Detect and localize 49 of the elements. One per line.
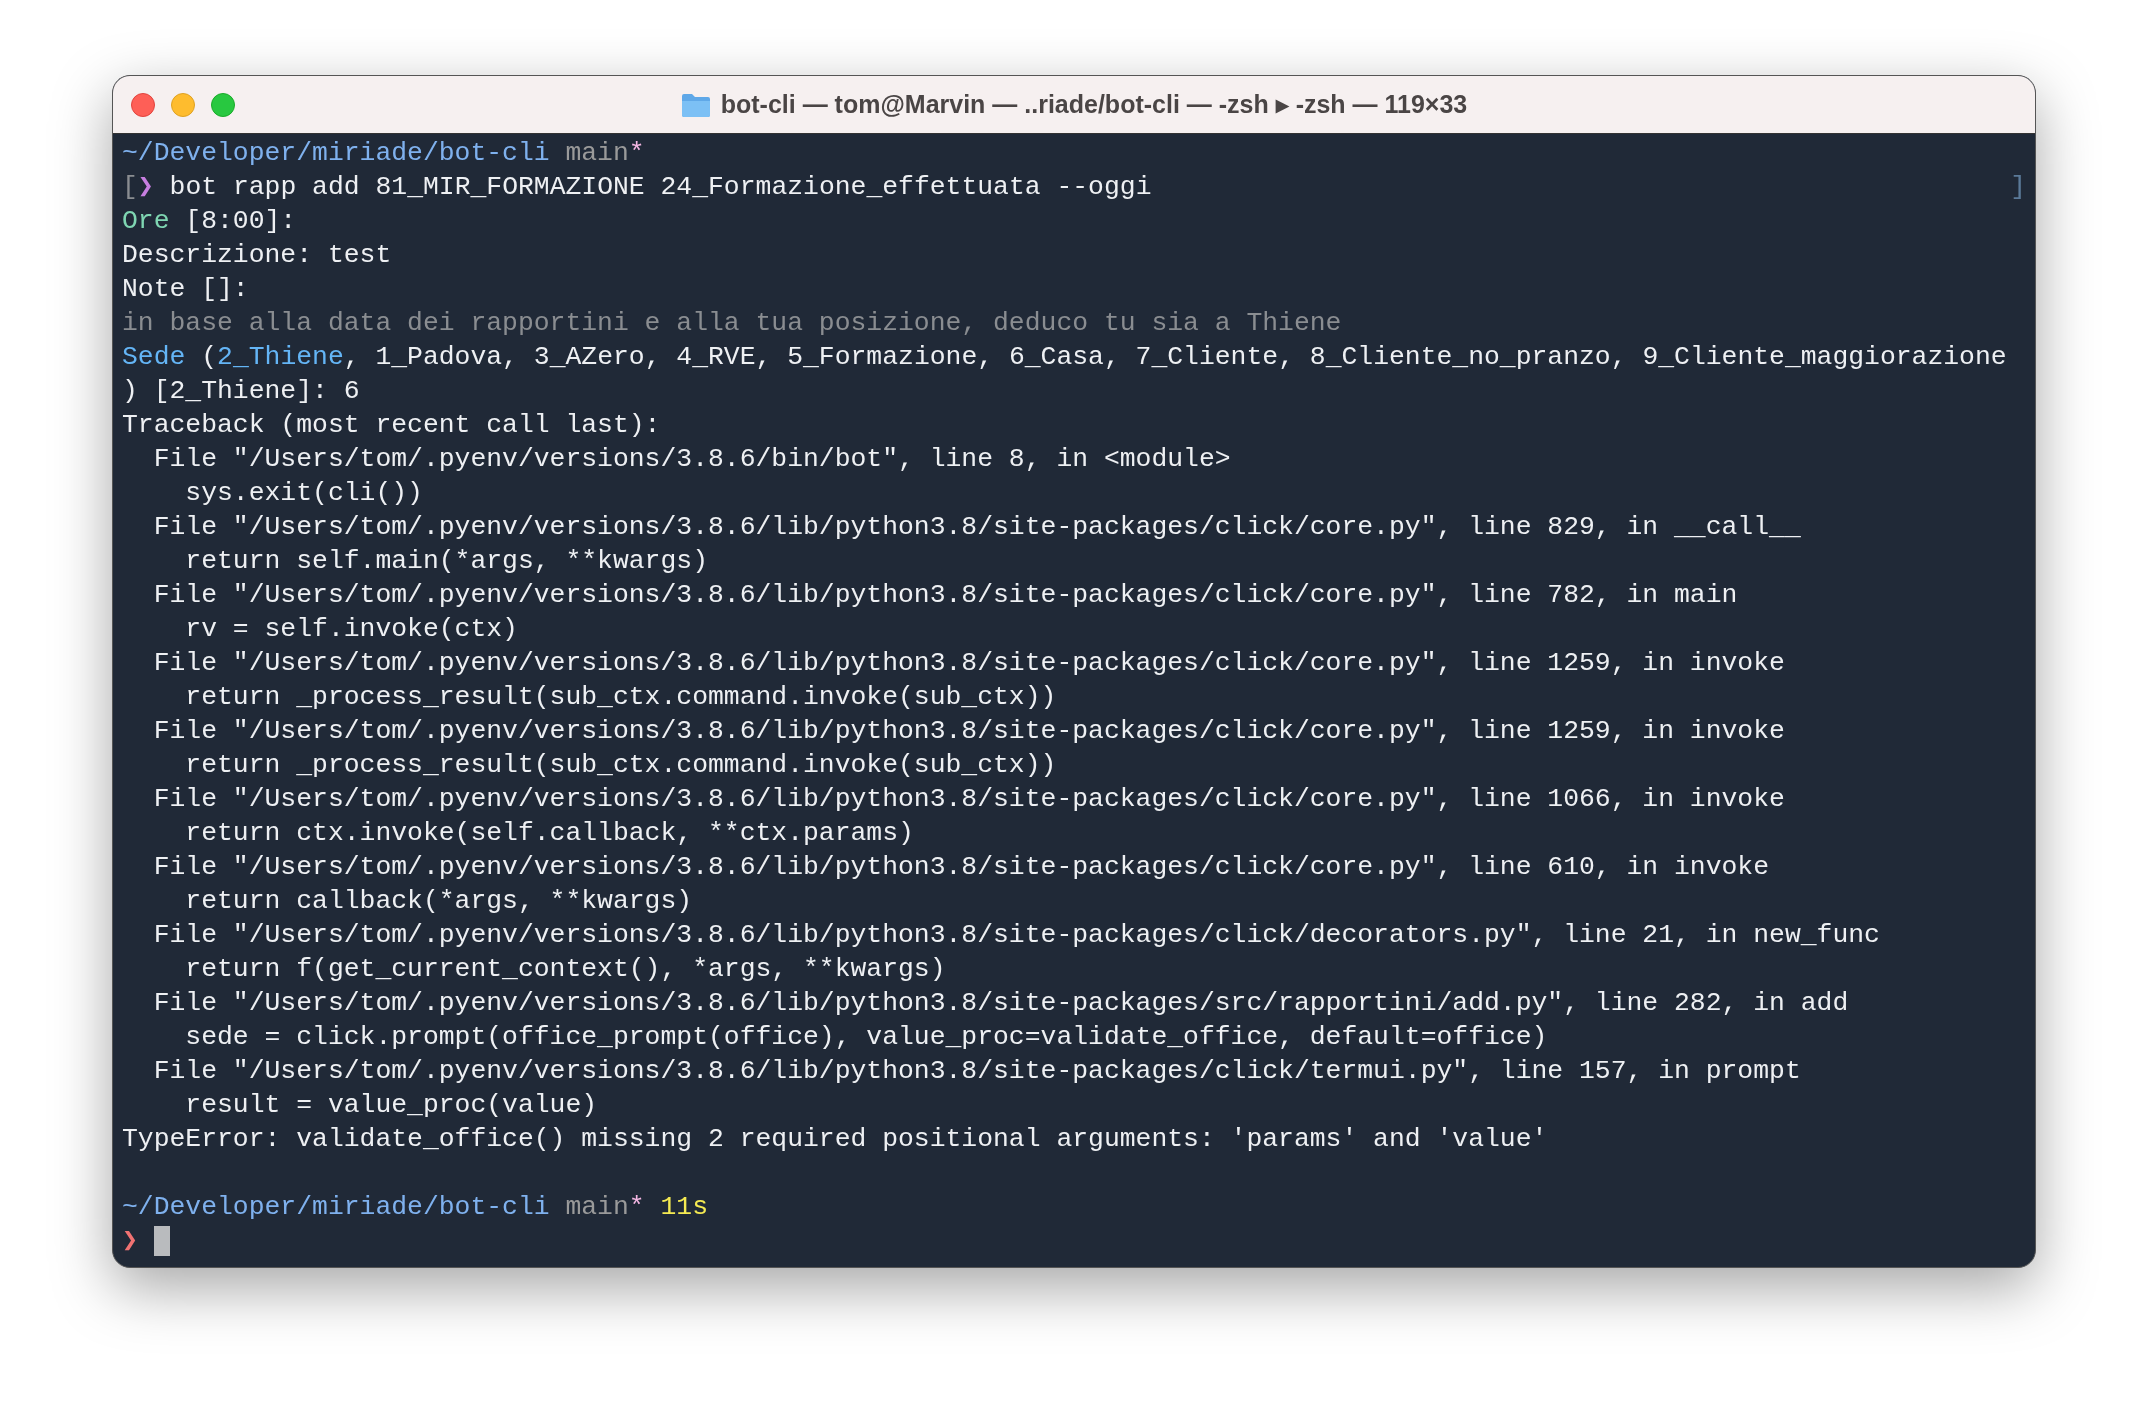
minimize-button[interactable]	[171, 92, 195, 117]
terminal-text: File "/Users/tom/.pyenv/versions/3.8.6/lib/python3.8/site-packages/click/core.py", line 1259, in invoke	[152, 715, 1785, 748]
terminal-text: rv = self.invoke(ctx)	[184, 613, 518, 646]
terminal-text: File "/Users/tom/.pyenv/versions/3.8.6/lib/python3.8/site-packages/click/core.py", line 829, in __call__	[152, 511, 1801, 544]
close-button[interactable]	[131, 92, 155, 117]
prompt-label: Ore	[122, 205, 170, 238]
prompt-chevron: ❯	[137, 171, 154, 204]
prompt-label: Sede	[122, 341, 186, 374]
terminal-text: File "/Users/tom/.pyenv/versions/3.8.6/lib/python3.8/site-packages/click/core.py", line 782, in main	[152, 579, 1738, 612]
prompt-chevron: ❯	[122, 1225, 138, 1258]
folder-icon	[680, 91, 711, 118]
terminal-text: ) [2_Thiene]: 6	[122, 375, 360, 408]
duration-text: 11s	[659, 1191, 708, 1224]
terminal-text: File "/Users/tom/.pyenv/versions/3.8.6/lib/python3.8/site-packages/click/core.py", line 1259, in invoke	[152, 647, 1785, 680]
window-title: bot-cli — tom@Marvin — ..riade/bot-cli — -zsh ▸ -zsh — 119×33	[720, 88, 1468, 120]
zoom-button[interactable]	[211, 92, 235, 117]
terminal-text: (	[200, 341, 218, 374]
terminal-text: Note []:	[122, 273, 249, 306]
terminal-text: File "/Users/tom/.pyenv/versions/3.8.6/lib/python3.8/site-packages/click/core.py", line 610, in invoke	[152, 851, 1770, 884]
terminal-text: Descrizione: test	[122, 239, 392, 272]
terminal-text: return callback(*args, **kwargs)	[184, 885, 693, 918]
terminal-text: , 1_Padova, 3_AZero, 4_RVE, 5_Formazione, 6_Casa, 7_Cliente, 8_Cliente_no_pranzo, 9_Cliente_maggiorazione	[343, 341, 2007, 374]
terminal-text: result = value_proc(value)	[184, 1089, 598, 1122]
dirty-marker: *	[628, 1191, 645, 1224]
terminal-text: File "/Users/tom/.pyenv/versions/3.8.6/lib/python3.8/site-packages/src/rapportini/add.py", line 282, in add	[152, 987, 1849, 1020]
terminal-text: [8:00]:	[184, 205, 297, 238]
dim-text: [	[122, 171, 138, 204]
terminal-text: return ctx.invoke(self.callback, **ctx.params)	[184, 817, 914, 850]
terminal-text: bot rapp add 81_MIR_FORMAZIONE 24_Formazione_effettuata --oggi	[168, 171, 1152, 204]
terminal-text: File "/Users/tom/.pyenv/versions/3.8.6/lib/python3.8/site-packages/click/core.py", line 1066, in invoke	[152, 783, 1785, 816]
git-branch: main	[564, 1191, 629, 1224]
terminal-text: sede = click.prompt(office_prompt(office), value_proc=validate_office, default=office)	[184, 1021, 1548, 1054]
prompt-label: 2_Thiene	[217, 341, 344, 374]
terminal-text: Traceback (most recent call last):	[122, 409, 661, 442]
dirty-marker: *	[628, 137, 645, 170]
terminal-text: return _process_result(sub_ctx.command.invoke(sub_ctx))	[184, 681, 1057, 714]
dim-text: ]	[2010, 171, 2026, 204]
terminal-text: File "/Users/tom/.pyenv/versions/3.8.6/lib/python3.8/site-packages/click/termui.py", line 157, in prompt	[152, 1055, 1801, 1088]
terminal-text: TypeError: validate_office() missing 2 required positional arguments: 'params' and 'value'	[122, 1123, 1548, 1156]
terminal-text: File "/Users/tom/.pyenv/versions/3.8.6/lib/python3.8/site-packages/click/decorators.py", line 21, in new_func	[152, 919, 1880, 952]
git-branch: main	[564, 137, 629, 170]
prompt-path: ~/Developer/miriade/bot-cli	[122, 1191, 550, 1224]
terminal-text: File "/Users/tom/.pyenv/versions/3.8.6/bin/bot", line 8, in <module>	[152, 443, 1231, 476]
terminal-text: sys.exit(cli())	[184, 477, 423, 510]
terminal-text: return _process_result(sub_ctx.command.invoke(sub_ctx))	[184, 749, 1057, 782]
terminal-text: return f(get_current_context(), *args, **kwargs)	[184, 953, 946, 986]
prompt-path: ~/Developer/miriade/bot-cli	[122, 137, 550, 170]
dim-text: in base alla data dei rapportini e alla tua posizione, deduco tu sia a Thiene	[122, 307, 1342, 340]
terminal-text: return self.main(*args, **kwargs)	[184, 545, 708, 578]
